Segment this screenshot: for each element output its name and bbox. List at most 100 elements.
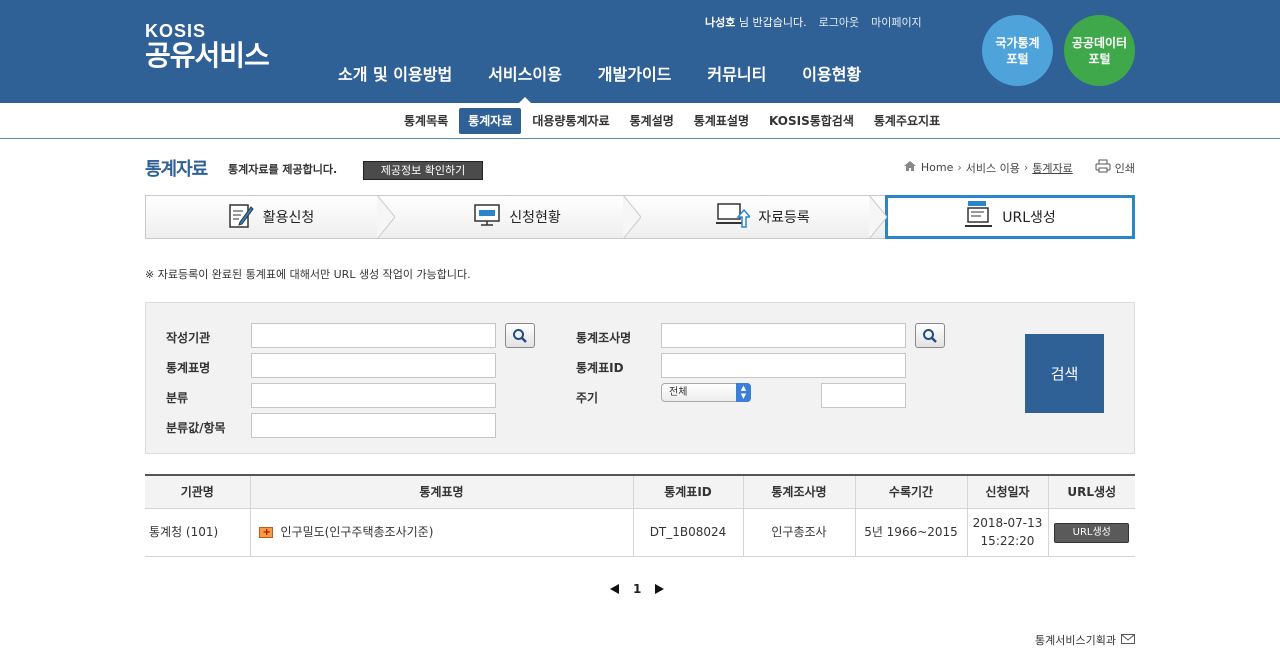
kosis-portal-link[interactable]: 국가통계 포털 (982, 15, 1053, 86)
portal1-line2: 포털 (1006, 51, 1029, 66)
portal2-line2: 포털 (1088, 51, 1111, 66)
global-nav: 소개 및 이용방법 서비스이용 개발가이드 커뮤니티 이용현황 (320, 63, 879, 104)
breadcrumb: Home › 서비스 이용 › 통계자료 인쇄 (903, 159, 1135, 176)
step-url[interactable]: URL생성 (885, 195, 1135, 239)
gnb-item-dev-guide[interactable]: 개발가이드 (580, 63, 690, 87)
mypage-link[interactable]: 마이페이지 (871, 14, 922, 30)
table-name-text: 인구밀도(인구주택총조사기준) (280, 525, 434, 539)
mail-icon (1121, 633, 1135, 647)
sub-nav: 통계목록 통계자료 대용량통계자료 통계설명 통계표설명 KOSIS통합검색 통… (0, 103, 1280, 139)
cycle-selected-value: 전체 (669, 387, 688, 398)
search-panel: 작성기관 통계표명 분류 분류값/항목 통계조사명 통계표ID 주기 전체 ▲ ▼… (145, 302, 1135, 454)
subnav-item-bulk[interactable]: 대용량통계자료 (523, 108, 618, 134)
site-header: KOSIS 공유서비스 나성호 님 반갑습니다. 로그아웃 마이페이지 소개 및… (0, 0, 1280, 104)
table-file-icon (258, 524, 273, 542)
user-greeting: 나성호 님 반갑습니다. (705, 14, 807, 30)
page-description: 통계자료를 제공합니다. (228, 163, 338, 176)
chevron-right-icon: › (957, 161, 962, 174)
process-steps: 활용신청 신청현황 자료등록 URL생성 (145, 195, 1135, 239)
time-text: 15:22:20 (980, 534, 1035, 548)
subnav-item-table-desc[interactable]: 통계표설명 (685, 108, 758, 134)
step-apply[interactable]: 활용신청 (145, 195, 395, 239)
table-id-label: 통계표ID (576, 361, 624, 375)
logo-kosis: KOSIS (145, 21, 207, 41)
date-text: 2018-07-13 (972, 516, 1043, 530)
subnav-item-indicators[interactable]: 통계주요지표 (865, 108, 949, 134)
next-page-icon[interactable] (655, 584, 665, 594)
category-value-label: 분류값/항목 (166, 421, 226, 435)
breadcrumb-home[interactable]: Home (921, 161, 953, 174)
org-search-button[interactable] (505, 323, 535, 348)
subnav-item-search[interactable]: KOSIS통합검색 (760, 108, 863, 134)
th-period: 수록기간 (854, 475, 967, 509)
gnb-item-community[interactable]: 커뮤니티 (689, 63, 784, 87)
print-label: 인쇄 (1114, 161, 1135, 175)
th-table-name: 통계표명 (249, 475, 633, 509)
result-table: 기관명 통계표명 통계표ID 통계조사명 수록기간 신청일자 URL생성 통계청… (145, 474, 1135, 557)
search-icon (513, 328, 527, 343)
step-register[interactable]: 자료등록 (639, 195, 887, 239)
home-icon (903, 160, 917, 175)
computer-icon (964, 200, 994, 234)
subnav-item-desc[interactable]: 통계설명 (621, 108, 683, 134)
page-number-current[interactable]: 1 (633, 582, 641, 596)
category-value-input[interactable] (251, 413, 496, 438)
chevron-right-icon: › (1023, 161, 1029, 174)
search-button[interactable]: 검색 (1025, 334, 1104, 413)
prev-page-icon[interactable] (610, 584, 619, 594)
cycle-extra-input[interactable] (821, 383, 906, 408)
monitor-icon (473, 202, 501, 232)
top-utility-bar: 나성호 님 반갑습니다. 로그아웃 마이페이지 (705, 14, 922, 30)
print-button[interactable]: 인쇄 (1095, 159, 1135, 176)
url-generate-button[interactable]: URL생성 (1054, 522, 1130, 543)
pagination: 1 (610, 582, 665, 596)
gnb-item-intro[interactable]: 소개 및 이용방법 (320, 63, 470, 87)
table-id-input[interactable] (661, 353, 906, 378)
edit-document-icon (227, 201, 255, 233)
step-status-label: 신청현황 (509, 210, 561, 226)
gnb-item-service[interactable]: 서비스이용 (470, 63, 580, 104)
subnav-item-data[interactable]: 통계자료 (459, 108, 522, 134)
category-input[interactable] (251, 383, 496, 408)
breadcrumb-service[interactable]: 서비스 이용 (966, 160, 1020, 176)
table-row: 통계청 (101) 인구밀도(인구주택총조사기준) DT_1B08024 인구총… (145, 508, 1135, 557)
org-input[interactable] (251, 323, 496, 348)
table-name-input[interactable] (251, 353, 496, 378)
greeting-text: 님 반갑습니다. (738, 16, 807, 29)
logo-service: 공유서비스 (145, 39, 270, 72)
step-status[interactable]: 신청현황 (393, 195, 641, 239)
org-label: 작성기관 (166, 331, 211, 345)
subnav-item-list[interactable]: 통계목록 (395, 108, 457, 134)
th-org: 기관명 (145, 475, 250, 509)
chevron-separator (623, 195, 641, 239)
logout-link[interactable]: 로그아웃 (819, 14, 859, 30)
page-title: 통계자료 (145, 159, 208, 180)
breadcrumb-current[interactable]: 통계자료 (1032, 160, 1072, 176)
printer-icon (1095, 159, 1111, 176)
info-check-button[interactable]: 제공정보 확인하기 (363, 161, 483, 180)
th-url: URL생성 (1047, 475, 1135, 509)
survey-input[interactable] (661, 323, 906, 348)
survey-search-button[interactable] (915, 323, 945, 348)
cell-org: 통계청 (101) (145, 508, 250, 557)
gnb-item-usage[interactable]: 이용현황 (784, 63, 879, 87)
chevron-separator (869, 195, 887, 239)
cell-date: 2018-07-13 15:22:20 (966, 508, 1048, 557)
step-register-label: 자료등록 (758, 210, 810, 226)
cell-table-name[interactable]: 인구밀도(인구주택총조사기준) (249, 508, 633, 557)
cell-url: URL생성 (1047, 508, 1135, 557)
category-label: 분류 (166, 391, 189, 405)
cell-period: 5년 1966~2015 (854, 508, 967, 557)
upload-monitor-icon (716, 201, 752, 233)
data-portal-link[interactable]: 공공데이터 포털 (1064, 15, 1135, 86)
user-name: 나성호 (705, 16, 736, 29)
step-url-label: URL생성 (1002, 210, 1056, 226)
th-date: 신청일자 (966, 475, 1048, 509)
site-logo[interactable]: KOSIS 공유서비스 (145, 21, 270, 72)
cycle-select[interactable]: 전체 ▲ ▼ (661, 383, 751, 402)
notice-text: ※ 자료등록이 완료된 통계표에 대해서만 URL 생성 작업이 가능합니다. (145, 268, 471, 281)
search-icon (923, 328, 937, 343)
th-table-id: 통계표ID (632, 475, 743, 509)
portal2-line1: 공공데이터 (1071, 35, 1128, 50)
contact-dept[interactable]: 통계서비스기획과 (1035, 632, 1135, 648)
